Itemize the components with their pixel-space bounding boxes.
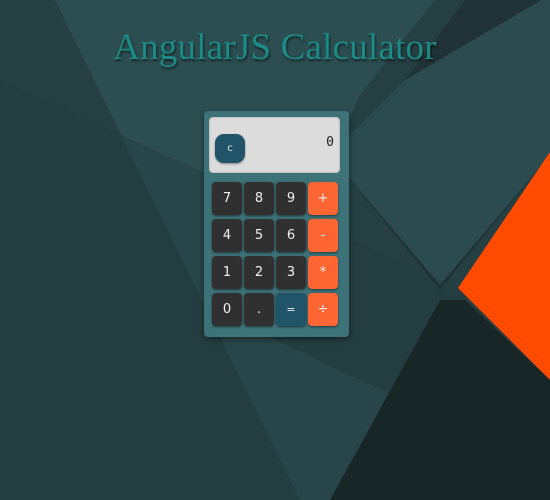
key-divide-button[interactable]: ÷ [308, 293, 338, 326]
calculator: c 0 7 8 9 +4 5 6- 1 2 3 * 0. = ÷ [204, 111, 349, 337]
key-2-button[interactable]: 2 [244, 256, 274, 289]
key-9-button[interactable]: 9 [276, 182, 306, 215]
key-decimal-button[interactable]: . [244, 293, 274, 326]
key-multiply-button[interactable]: * [308, 256, 338, 289]
key-4-button[interactable]: 4 [212, 219, 242, 252]
page-title: AngularJS Calculator [113, 27, 437, 68]
key-equals-button[interactable]: = [276, 293, 306, 326]
key-minus-button[interactable]: - [308, 219, 338, 252]
keypad: 7 8 9 +4 5 6- 1 2 3 * 0. = ÷ [212, 182, 338, 326]
key-5-button[interactable]: 5 [244, 219, 274, 252]
clear-button[interactable]: c [215, 134, 245, 163]
key-6-button[interactable]: 6 [276, 219, 306, 252]
key-0-button[interactable]: 0 [212, 293, 242, 326]
calculator-display: c 0 [209, 117, 340, 173]
key-3-button[interactable]: 3 [276, 256, 306, 289]
key-8-button[interactable]: 8 [244, 182, 274, 215]
key-plus-button[interactable]: + [308, 182, 338, 215]
key-1-button[interactable]: 1 [212, 256, 242, 289]
display-value: 0 [326, 135, 334, 150]
key-7-button[interactable]: 7 [212, 182, 242, 215]
